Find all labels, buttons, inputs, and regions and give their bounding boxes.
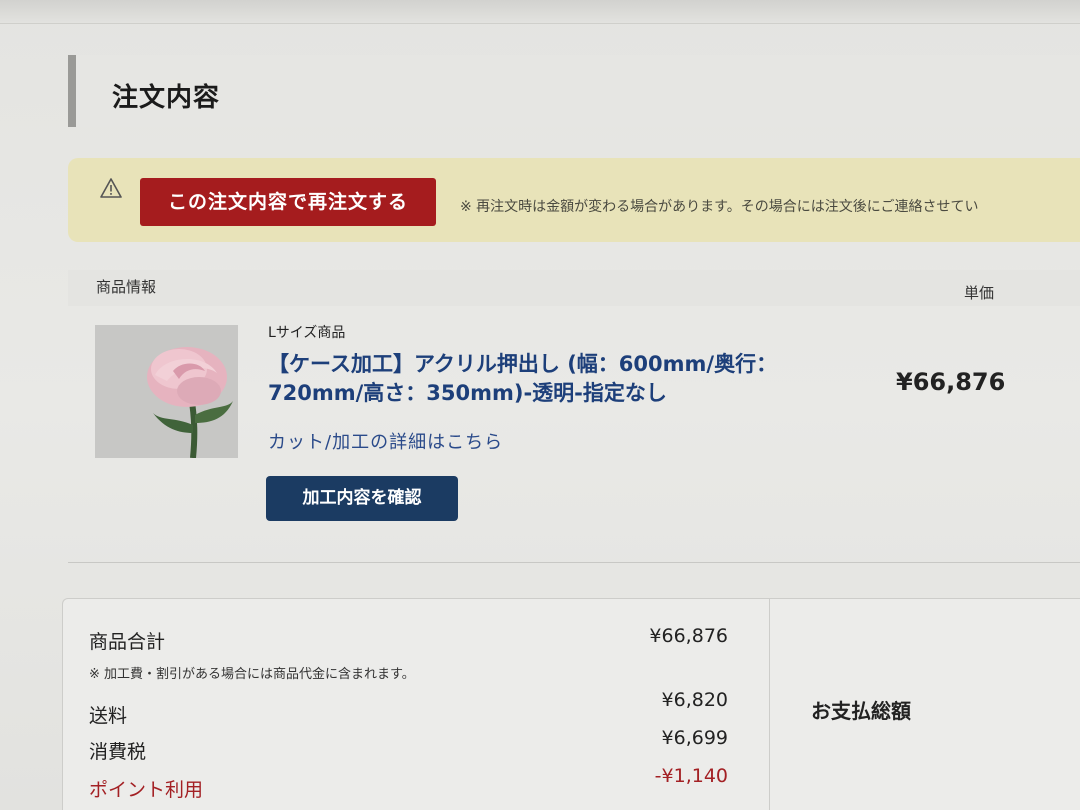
processing-fee-note: ※ 加工費・割引がある場合には商品代金に含まれます。 <box>89 667 415 682</box>
page-title: 注文内容 <box>112 83 221 113</box>
column-unit-price: 単価 <box>964 284 995 302</box>
warning-icon <box>100 178 122 198</box>
product-name-link[interactable]: 【ケース加工】アクリル押出し (幅：600mm/奥行：720mm/高さ：350m… <box>268 350 808 408</box>
cut-details-link[interactable]: カット/加工の詳細はこちら <box>268 428 503 454</box>
payment-total-label: お支払総額 <box>811 699 911 723</box>
points-label: ポイント利用 <box>89 779 204 801</box>
column-product-info: 商品情報 <box>96 278 157 296</box>
table-header: 商品情報 単価 <box>68 270 1080 306</box>
reorder-button[interactable]: この注文内容で再注文する <box>140 178 436 226</box>
reorder-notice-text: ※ 再注文時は金額が変わる場合があります。その場合には注文後にご連絡させてい <box>460 199 979 215</box>
points-value: -¥1,140 <box>654 765 728 787</box>
shipping-value: ¥6,820 <box>661 689 728 711</box>
section-heading: 注文内容 <box>68 55 1080 127</box>
confirm-processing-button[interactable]: 加工内容を確認 <box>266 476 458 521</box>
shipping-label: 送料 <box>89 705 128 727</box>
product-thumbnail[interactable] <box>95 325 238 458</box>
subtotal-label: 商品合計 <box>89 631 166 653</box>
size-label: Lサイズ商品 <box>268 325 346 341</box>
reorder-notice: この注文内容で再注文する ※ 再注文時は金額が変わる場合があります。その場合には… <box>68 158 1080 242</box>
tax-label: 消費税 <box>89 741 147 763</box>
tax-value: ¥6,699 <box>661 727 728 749</box>
top-edge <box>0 0 1080 24</box>
page: 注文内容 この注文内容で再注文する ※ 再注文時は金額が変わる場合があります。そ… <box>0 0 1080 810</box>
section-divider <box>68 562 1080 563</box>
unit-price-value: ¥66,876 <box>896 368 1006 396</box>
subtotal-value: ¥66,876 <box>649 625 728 647</box>
summary-divider <box>769 599 770 810</box>
order-summary: 商品合計 ¥66,876 ※ 加工費・割引がある場合には商品代金に含まれます。 … <box>62 598 1080 810</box>
rose-image <box>95 325 238 458</box>
